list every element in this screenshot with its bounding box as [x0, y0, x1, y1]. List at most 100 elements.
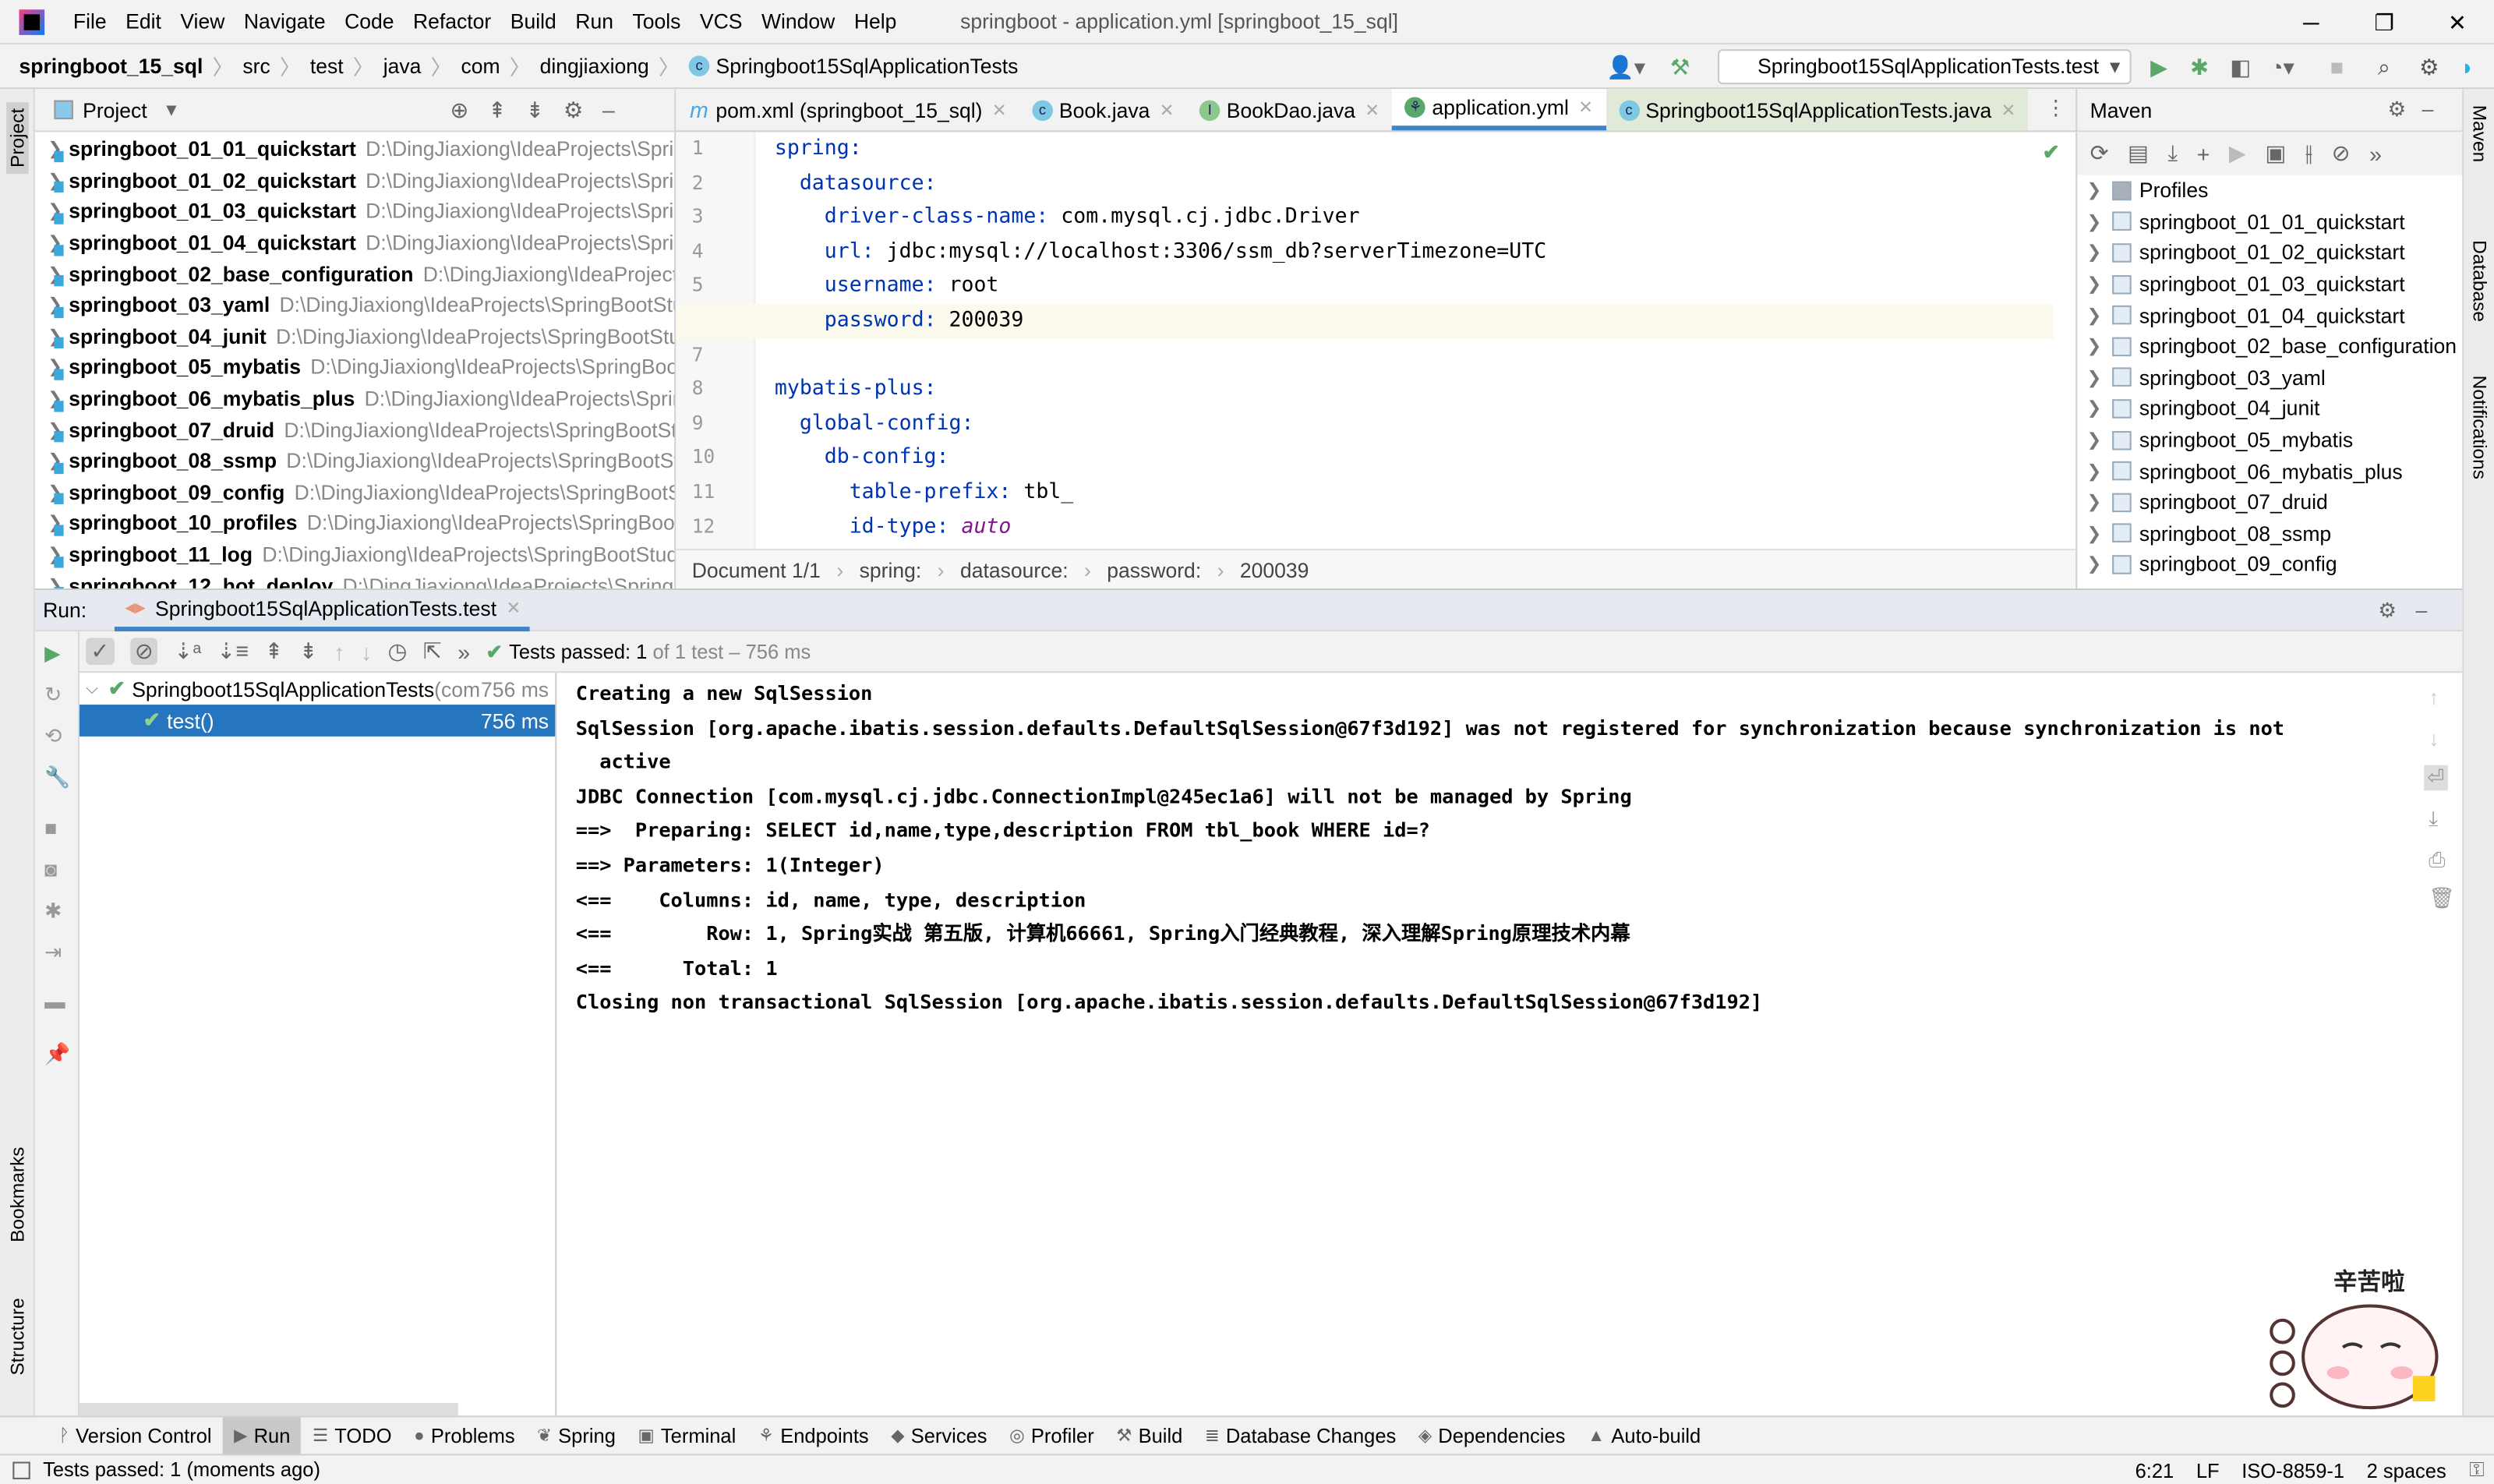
- run-header-actions[interactable]: ⚙–: [2378, 597, 2446, 623]
- chevron-right-icon[interactable]: ❯: [2087, 429, 2113, 450]
- console-output[interactable]: Creating a new SqlSession SqlSession [org…: [576, 673, 2418, 1415]
- breadcrumb-0[interactable]: springboot_15_sql: [19, 54, 203, 78]
- chevron-right-icon[interactable]: ❯: [2087, 180, 2113, 200]
- toggle-auto-test-icon[interactable]: ⟲: [44, 724, 62, 750]
- exit-icon[interactable]: ⇥: [44, 940, 62, 966]
- status-message[interactable]: Tests passed: 1 (moments ago): [43, 1458, 320, 1481]
- download-icon[interactable]: ⤓: [2168, 140, 2178, 168]
- previous-icon[interactable]: ↑: [334, 638, 344, 664]
- toggle-offline-icon[interactable]: ⫲: [2305, 140, 2312, 168]
- menu-help[interactable]: Help: [854, 9, 897, 34]
- tool-window-dependencies[interactable]: ◈ Dependencies: [1408, 1416, 1577, 1454]
- wrench-icon[interactable]: 🔧: [44, 765, 70, 791]
- project-tree-item[interactable]: ❯ springboot_01_01_quickstart D:\DingJiaxi…: [35, 133, 674, 164]
- editor-breadcrumb-item[interactable]: datasource:: [960, 557, 1069, 581]
- editor-tab[interactable]: c Springboot15SqlApplicationTests.java ✕: [1606, 89, 2029, 131]
- trash-icon[interactable]: 🗑: [2429, 886, 2455, 912]
- add-icon[interactable]: +: [2197, 141, 2210, 167]
- menu-view[interactable]: View: [180, 9, 224, 34]
- menu-vcs[interactable]: VCS: [700, 9, 743, 34]
- chevron-down-icon[interactable]: ⌵: [86, 680, 108, 697]
- search-icon[interactable]: ⌕: [2378, 52, 2390, 81]
- tool-window-spring[interactable]: ❦ Spring: [526, 1416, 627, 1454]
- debug-icon[interactable]: ✱: [2190, 52, 2209, 81]
- project-tree-item[interactable]: ❯ springboot_08_ssmp D:\DingJiaxiong\IdeaP…: [35, 445, 674, 476]
- collapse-all-icon[interactable]: ⇟: [299, 638, 318, 665]
- menu-refactor[interactable]: Refactor: [413, 9, 491, 34]
- caret-position[interactable]: 6:21: [2135, 1459, 2174, 1482]
- gear-icon[interactable]: ⚙: [2419, 52, 2439, 81]
- close-tab-icon[interactable]: ✕: [992, 100, 1007, 120]
- history-icon[interactable]: ◷: [388, 638, 408, 665]
- breadcrumb-1[interactable]: src: [242, 54, 270, 78]
- skip-tests-icon[interactable]: ⊘: [2332, 140, 2351, 168]
- next-icon[interactable]: ↓: [361, 638, 372, 664]
- rerun-icon[interactable]: ▶: [44, 641, 60, 666]
- editor-breadcrumb-item[interactable]: 200039: [1240, 557, 1309, 581]
- structure-tool-button[interactable]: Structure: [6, 1298, 29, 1375]
- menu-run[interactable]: Run: [575, 9, 613, 34]
- project-tool-button[interactable]: Project: [6, 101, 29, 175]
- project-tree-item[interactable]: ❯ springboot_09_config D:\DingJiaxiong\Ide…: [35, 476, 674, 507]
- notifications-tool-button[interactable]: Notifications: [2468, 376, 2491, 479]
- rerun-failed-icon[interactable]: ↻: [44, 683, 62, 708]
- close-tab-icon[interactable]: ✕: [506, 597, 521, 617]
- project-tree-item[interactable]: ❯ springboot_10_profiles D:\DingJiaxiong\I…: [35, 507, 674, 539]
- menu-code[interactable]: Code: [344, 9, 394, 34]
- more-tabs-icon[interactable]: ⋮: [2045, 95, 2066, 121]
- run-configuration-select[interactable]: Springboot15SqlApplicationTests.test ▾: [1718, 49, 2132, 85]
- more-icon[interactable]: »: [2369, 141, 2382, 167]
- sort-alpha-icon[interactable]: ⇣ᵃ: [174, 638, 201, 665]
- tool-window-auto-build[interactable]: ▲ Auto-build: [1577, 1416, 1712, 1454]
- menu-navigate[interactable]: Navigate: [244, 9, 326, 34]
- breadcrumb-5[interactable]: dingjiaxiong: [540, 54, 649, 78]
- tool-windows-toggle-icon[interactable]: [12, 1461, 30, 1479]
- file-encoding[interactable]: ISO-8859-1: [2241, 1459, 2344, 1482]
- maven-tree-item[interactable]: ❯ springboot_01_01_quickstart: [2077, 206, 2462, 237]
- maven-tree-item[interactable]: ❯ Profiles: [2077, 175, 2462, 206]
- code-area[interactable]: spring: datasource: driver-class-name: c…: [676, 132, 2054, 544]
- editor-tab[interactable]: I BookDao.java ✕: [1187, 89, 1393, 130]
- editor-tab[interactable]: c Book.java ✕: [1019, 89, 1187, 130]
- editor-tab[interactable]: ⚘ application.yml ✕: [1392, 89, 1606, 131]
- menu-window[interactable]: Window: [761, 9, 835, 34]
- menu-edit[interactable]: Edit: [125, 9, 161, 34]
- project-view-select[interactable]: Project: [83, 98, 147, 122]
- reload-icon[interactable]: ⟳: [2090, 140, 2109, 168]
- maven-tree-item[interactable]: ❯ springboot_03_yaml: [2077, 362, 2462, 393]
- generate-sources-icon[interactable]: ▤: [2128, 140, 2149, 168]
- chevron-right-icon[interactable]: ❯: [2087, 554, 2113, 574]
- breadcrumb-4[interactable]: com: [461, 54, 500, 78]
- scroll-to-end-icon[interactable]: ⤓: [2429, 807, 2438, 832]
- maven-tree-item[interactable]: ❯ springboot_01_02_quickstart: [2077, 237, 2462, 268]
- tool-window-version-control[interactable]: ᚹ Version Control: [48, 1416, 223, 1454]
- menu-file[interactable]: File: [73, 9, 107, 34]
- horizontal-scrollbar[interactable]: [79, 1402, 458, 1416]
- tool-window-database-changes[interactable]: ≣ Database Changes: [1194, 1416, 1408, 1454]
- project-tree-item[interactable]: ❯ springboot_01_02_quickstart D:\DingJiaxi…: [35, 164, 674, 196]
- tool-window-todo[interactable]: ☰ TODO: [302, 1416, 403, 1454]
- chevron-right-icon[interactable]: ❯: [2087, 274, 2113, 294]
- close-tab-icon[interactable]: ✕: [1365, 100, 1379, 120]
- breadcrumb-3[interactable]: java: [383, 54, 422, 78]
- show-ignored-toggle[interactable]: ⊘: [129, 638, 158, 666]
- chevron-right-icon[interactable]: ❯: [2087, 336, 2113, 356]
- project-tree-item[interactable]: ❯ springboot_11_log D:\DingJiaxiong\IdeaPr…: [35, 539, 674, 570]
- maven-tool-button[interactable]: Maven: [2468, 105, 2491, 163]
- close-tab-icon[interactable]: ✕: [1578, 97, 1593, 118]
- tool-window-profiler[interactable]: ◎ Profiler: [998, 1416, 1105, 1454]
- up-icon[interactable]: ↑: [2429, 686, 2439, 710]
- maven-tree-item[interactable]: ❯ springboot_04_junit: [2077, 393, 2462, 424]
- layout-icon[interactable]: ▬: [44, 989, 65, 1013]
- editor-breadcrumb-item[interactable]: spring:: [860, 557, 922, 581]
- close-tab-icon[interactable]: ✕: [2001, 100, 2016, 120]
- maven-tree-item[interactable]: ❯ springboot_01_04_quickstart: [2077, 299, 2462, 330]
- indent-setting[interactable]: 2 spaces: [2367, 1459, 2446, 1482]
- chevron-right-icon[interactable]: ❯: [2087, 211, 2113, 231]
- menu-build[interactable]: Build: [510, 9, 556, 34]
- maven-tree-item[interactable]: ❯ springboot_09_config: [2077, 549, 2462, 580]
- project-tree-item[interactable]: ❯ springboot_01_03_quickstart D:\DingJiaxi…: [35, 196, 674, 227]
- lock-icon[interactable]: ⚿: [2469, 1458, 2484, 1482]
- down-icon[interactable]: ↓: [2429, 727, 2439, 751]
- project-tree-item[interactable]: ❯ springboot_02_base_configuration D:\Ding…: [35, 258, 674, 289]
